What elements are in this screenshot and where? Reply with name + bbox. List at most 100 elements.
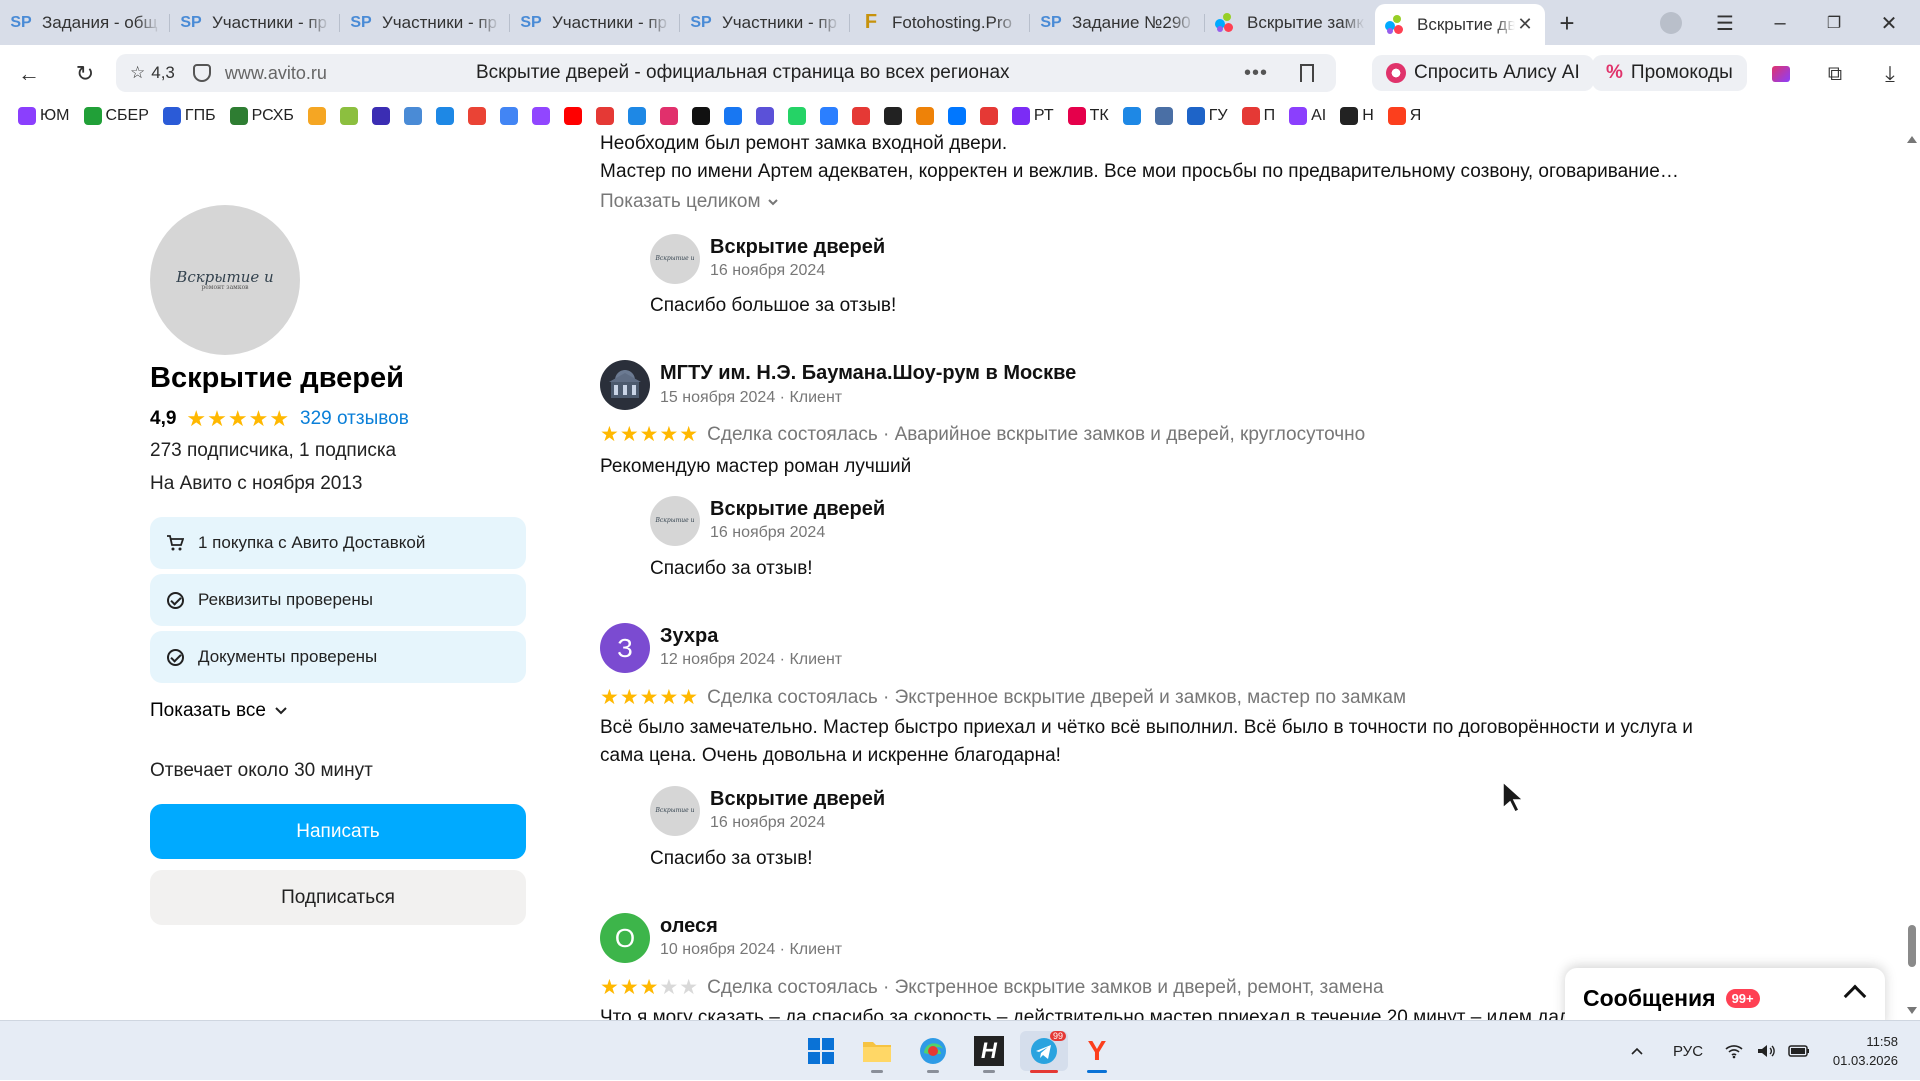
site-rating[interactable]: ☆ 4,3: [130, 63, 175, 83]
tab-4[interactable]: SP Участники - пр: [510, 4, 680, 41]
bookmark-item[interactable]: РСХБ: [229, 107, 294, 125]
bookmark-item[interactable]: [499, 107, 518, 125]
write-message-button[interactable]: Написать: [150, 804, 526, 859]
tray-chevron-up-icon[interactable]: [1630, 1021, 1644, 1081]
reviewer-avatar[interactable]: О: [600, 913, 650, 963]
address-bar[interactable]: ☆ 4,3 www.avito.ru Вскрытие дверей - офиц…: [116, 54, 1336, 92]
show-all-button[interactable]: Показать все: [150, 700, 288, 722]
ask-alice-button[interactable]: Спросить Алису AI: [1372, 55, 1594, 91]
telegram-icon[interactable]: 99: [1020, 1031, 1068, 1073]
restore-icon[interactable]: ❐: [1820, 9, 1848, 37]
bookmark-item[interactable]: [531, 107, 550, 125]
reply-author[interactable]: Вскрытие дверей: [710, 236, 885, 259]
bookmark-item[interactable]: [723, 107, 742, 125]
bookmark-item[interactable]: [851, 107, 870, 125]
bookmark-item[interactable]: ГУ: [1186, 107, 1228, 125]
back-arrow-icon[interactable]: ←: [14, 59, 44, 89]
promo-button[interactable]: % Промокоды: [1592, 55, 1747, 91]
bookmark-item[interactable]: ЮМ: [18, 107, 70, 125]
bookmark-item[interactable]: [403, 107, 422, 125]
bookmark-item[interactable]: [819, 107, 838, 125]
bookmark-icon[interactable]: [1300, 64, 1314, 82]
reviewer-avatar-photo[interactable]: [600, 360, 650, 410]
subscribe-button[interactable]: Подписаться: [150, 870, 526, 925]
bookmark-item[interactable]: [883, 107, 902, 125]
tab-7[interactable]: SP Задание №290: [1030, 4, 1205, 41]
reviewer-name[interactable]: Зухра: [660, 625, 718, 648]
system-tray-icons[interactable]: [1724, 1021, 1810, 1081]
edge-browser-icon[interactable]: [913, 1031, 953, 1073]
bookmark-item[interactable]: Я: [1387, 107, 1421, 125]
tab-6[interactable]: F Fotohosting.Pro: [850, 4, 1030, 41]
reviewer-name[interactable]: олеся: [660, 915, 718, 938]
shield-icon[interactable]: [192, 64, 211, 82]
bookmark-item[interactable]: [435, 107, 454, 125]
input-language[interactable]: РУС: [1673, 1021, 1703, 1081]
bookmark-item[interactable]: ТК: [1067, 107, 1109, 125]
chevron-up-icon[interactable]: [1843, 984, 1867, 1008]
clock[interactable]: 11:58 01.03.2026: [1820, 1021, 1898, 1081]
windows-start-icon[interactable]: [801, 1031, 841, 1071]
bookmark-item[interactable]: AI: [1289, 107, 1326, 125]
bookmark-item[interactable]: СБЕР: [83, 107, 149, 125]
scroll-down-icon[interactable]: [1907, 1007, 1917, 1014]
bookmark-item[interactable]: ГПБ: [162, 107, 216, 125]
bookmark-item[interactable]: [947, 107, 966, 125]
bookmark-item[interactable]: [659, 107, 678, 125]
close-tab-icon[interactable]: ✕: [1515, 14, 1535, 35]
new-tab-plus-icon[interactable]: +: [1553, 8, 1581, 38]
messages-widget[interactable]: Сообщения 99+: [1565, 968, 1885, 1020]
bookmark-favicon-icon: [467, 107, 486, 125]
tab-2[interactable]: SP Участники - пр: [170, 4, 340, 41]
download-icon[interactable]: ⤓: [1875, 59, 1905, 89]
bookmark-item[interactable]: [915, 107, 934, 125]
page-scrollbar[interactable]: [1904, 130, 1920, 1020]
profile-icon[interactable]: [1657, 9, 1685, 37]
reply-author[interactable]: Вскрытие дверей: [710, 498, 885, 521]
reviews-count-link[interactable]: 329 отзывов: [300, 408, 409, 430]
bookmark-item[interactable]: [371, 107, 390, 125]
tab-5[interactable]: SP Участники - пр: [680, 4, 850, 41]
tab-8[interactable]: Вскрытие замк: [1205, 4, 1375, 41]
scroll-up-icon[interactable]: [1907, 136, 1917, 143]
scrollbar-thumb[interactable]: [1908, 925, 1916, 967]
bookmark-item[interactable]: [307, 107, 326, 125]
bookmark-item[interactable]: [467, 107, 486, 125]
yandex-browser-icon[interactable]: Y: [1077, 1031, 1117, 1073]
bookmark-item[interactable]: П: [1241, 107, 1275, 125]
show-full-link[interactable]: Показать целиком: [600, 191, 779, 213]
bookmark-item[interactable]: [1122, 107, 1141, 125]
bookmark-item[interactable]: [979, 107, 998, 125]
reload-icon[interactable]: ↻: [70, 59, 100, 89]
bookmark-item[interactable]: Н: [1340, 107, 1374, 125]
bookmark-favicon-icon: [979, 107, 998, 125]
app-h-icon[interactable]: H: [969, 1031, 1009, 1073]
bookmark-item[interactable]: [627, 107, 646, 125]
seller-avatar[interactable]: Вскрытие и ремонт замков: [150, 205, 300, 355]
bookmark-item[interactable]: [595, 107, 614, 125]
bookmark-item[interactable]: РТ: [1011, 107, 1054, 125]
clock-time: 11:58: [1866, 1034, 1898, 1049]
reply-author[interactable]: Вскрытие дверей: [710, 788, 885, 811]
bookmark-item[interactable]: [787, 107, 806, 125]
reviewer-name[interactable]: МГТУ им. Н.Э. Баумана.Шоу-рум в Москве: [660, 362, 1076, 385]
bookmark-item[interactable]: [1154, 107, 1173, 125]
gallery-icon[interactable]: [1766, 59, 1796, 89]
ask-alice-label: Спросить Алису AI: [1414, 62, 1580, 83]
extensions-puzzle-icon[interactable]: ⧉: [1820, 59, 1850, 89]
tab-3[interactable]: SP Участники - пр: [340, 4, 510, 41]
menu-icon[interactable]: ☰: [1711, 9, 1739, 37]
more-dots-icon[interactable]: •••: [1244, 62, 1268, 85]
bookmark-favicon-icon: [1289, 107, 1308, 125]
tab-1[interactable]: SP Задания - общ: [0, 4, 170, 41]
file-explorer-icon[interactable]: [857, 1031, 897, 1073]
minimize-icon[interactable]: –: [1766, 9, 1794, 37]
tab-9-active[interactable]: Вскрытие дв ✕: [1375, 4, 1545, 45]
badge-documents: Документы проверены: [150, 631, 526, 683]
bookmark-item[interactable]: [755, 107, 774, 125]
bookmark-item[interactable]: [691, 107, 710, 125]
close-window-icon[interactable]: ✕: [1875, 9, 1903, 37]
bookmark-item[interactable]: [563, 107, 582, 125]
bookmark-item[interactable]: [339, 107, 358, 125]
reviewer-avatar[interactable]: З: [600, 623, 650, 673]
